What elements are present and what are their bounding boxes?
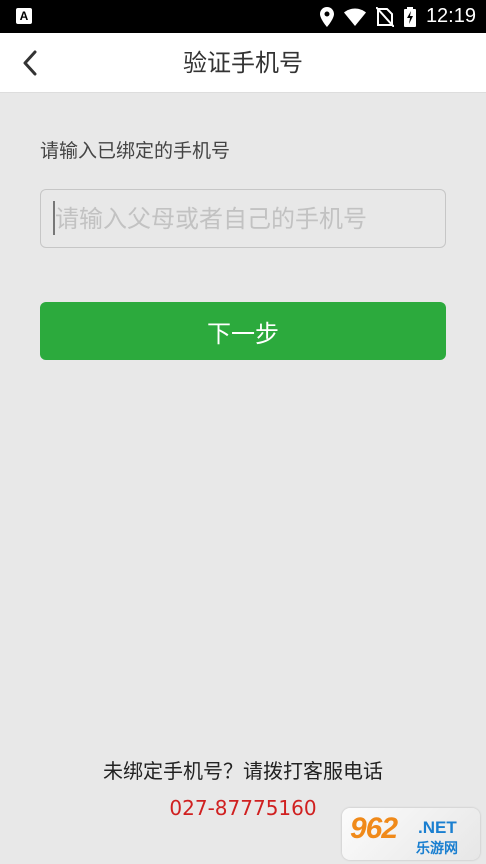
next-step-button[interactable]: 下一步 (40, 302, 446, 360)
location-icon (319, 6, 334, 27)
watermark-cn: 乐游网 (416, 841, 458, 857)
unbound-help-text: 未绑定手机号？请拨打客服电话 (103, 759, 383, 783)
app-bar: 验证手机号 (0, 33, 486, 93)
phone-label: 请输入已绑定的手机号 (40, 140, 231, 162)
page-title: 验证手机号 (183, 49, 303, 77)
status-icons: 12:19 (319, 0, 476, 33)
status-bar: A 12:19 (0, 0, 486, 33)
text-cursor (53, 201, 55, 235)
site-watermark-logo: 962 .NET 乐游网 (342, 808, 480, 860)
back-button[interactable] (6, 39, 54, 87)
clock: 12:19 (425, 5, 476, 27)
notification-a-icon: A (16, 8, 32, 24)
back-chevron-icon (23, 50, 37, 76)
wifi-icon (343, 8, 366, 26)
watermark-suffix: .NET (418, 818, 457, 837)
no-sim-icon (375, 6, 394, 27)
watermark-number: 962 (350, 812, 398, 845)
phone-input[interactable] (40, 189, 446, 248)
battery-charging-icon (403, 6, 416, 27)
